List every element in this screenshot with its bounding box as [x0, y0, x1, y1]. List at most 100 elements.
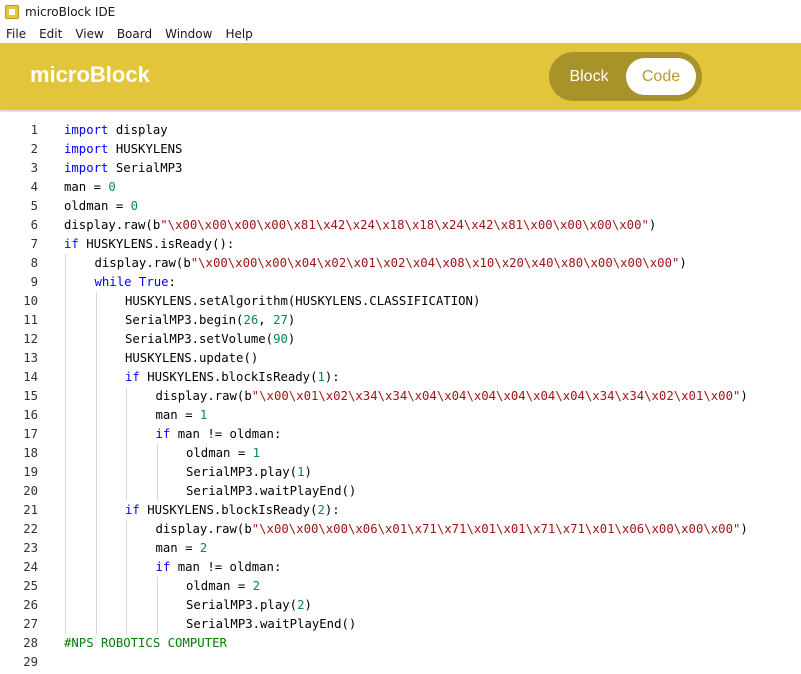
- code-token: "\x00\x00\x00\x00\x81\x42\x24\x18\x18\x2…: [160, 218, 649, 232]
- code-token: ): [740, 522, 748, 536]
- code-line[interactable]: 22 display.raw(b"\x00\x00\x00\x06\x01\x71…: [0, 520, 801, 539]
- code-line[interactable]: 8 display.raw(b"\x00\x00\x00\x04\x02\x01\…: [0, 254, 801, 273]
- code-line[interactable]: 23 man = 2: [0, 539, 801, 558]
- line-number: 22: [23, 522, 38, 536]
- code-line[interactable]: 15 display.raw(b"\x00\x01\x02\x34\x34\x04…: [0, 387, 801, 406]
- code-line[interactable]: 10 HUSKYLENS.setAlgorithm(HUSKYLENS.CLASS…: [0, 292, 801, 311]
- code-token: 26: [243, 313, 259, 327]
- code-token: SerialMP3: [108, 161, 183, 175]
- indent-guide: [156, 444, 158, 501]
- code-line[interactable]: 18 oldman = 1: [0, 444, 801, 463]
- code-token: oldman =: [186, 579, 253, 593]
- code-line[interactable]: 13 HUSKYLENS.update(): [0, 349, 801, 368]
- line-number: 28: [23, 636, 38, 650]
- code-line[interactable]: 5 oldman = 0: [0, 197, 801, 216]
- code-token: display.raw(b: [64, 218, 161, 232]
- code-token: HUSKYLENS.blockIsReady(: [139, 370, 318, 384]
- code-text: import display: [64, 121, 168, 140]
- code-line[interactable]: 28 #NPS ROBOTICS COMPUTER: [0, 634, 801, 653]
- code-line[interactable]: 19 SerialMP3.play(1): [0, 463, 801, 482]
- menu-help[interactable]: Help: [219, 27, 259, 41]
- code-token: ): [287, 313, 296, 327]
- line-number: 6: [30, 218, 38, 232]
- code-token: oldman =: [186, 446, 253, 460]
- indent-guide: [126, 520, 127, 634]
- code-token: oldman =: [64, 199, 131, 213]
- code-line[interactable]: 6 display.raw(b"\x00\x00\x00\x00\x81\x42\…: [0, 216, 801, 235]
- code-line[interactable]: 14 if HUSKYLENS.blockIsReady(1):: [0, 368, 801, 387]
- code-token: 0: [130, 199, 139, 213]
- code-token: SerialMP3.begin(: [125, 313, 244, 327]
- code-line[interactable]: 12 SerialMP3.setVolume(90): [0, 330, 801, 349]
- code-token: if: [155, 560, 171, 574]
- brand-logo: microBlock: [30, 62, 150, 87]
- code-token: import: [64, 161, 109, 175]
- code-line[interactable]: 1 import display: [0, 121, 801, 140]
- code-line[interactable]: 7 if HUSKYLENS.isReady():: [0, 235, 801, 254]
- code-token: if: [125, 503, 140, 517]
- code-token: "\x00\x01\x02\x34\x34\x04\x04\x04\x04\x0…: [251, 389, 741, 403]
- menu-view[interactable]: View: [69, 27, 110, 41]
- code-line[interactable]: 21 if HUSKYLENS.blockIsReady(2):: [0, 501, 801, 520]
- code-text: import SerialMP3: [64, 159, 182, 178]
- line-number: 7: [30, 237, 38, 251]
- code-token: HUSKYLENS.setAlgorithm(HUSKYLENS.CLASSIF…: [125, 294, 481, 308]
- code-line[interactable]: 16 man = 1: [0, 406, 801, 425]
- code-line[interactable]: 26 SerialMP3.play(2): [0, 596, 801, 615]
- code-line[interactable]: 20 SerialMP3.waitPlayEnd(): [0, 482, 801, 501]
- code-token: "\x00\x00\x00\x06\x01\x71\x71\x01\x01\x7…: [251, 522, 741, 536]
- code-text: HUSKYLENS.setAlgorithm(HUSKYLENS.CLASSIF…: [125, 292, 480, 311]
- mode-toggle[interactable]: Block Code: [549, 52, 702, 101]
- code-text: display.raw(b"\x00\x01\x02\x34\x34\x04\x…: [156, 387, 748, 406]
- code-token: HUSKYLENS: [108, 142, 183, 156]
- line-number: 29: [23, 655, 38, 669]
- code-text: oldman = 2: [186, 577, 260, 596]
- code-token: ,: [258, 313, 274, 327]
- code-token: display.raw(b: [155, 522, 252, 536]
- line-number: 3: [30, 161, 38, 175]
- code-token: 90: [273, 332, 288, 346]
- code-line[interactable]: 11 SerialMP3.begin(26, 27): [0, 311, 801, 330]
- line-number: 2: [30, 142, 38, 156]
- code-line[interactable]: 9 while True:: [0, 273, 801, 292]
- menu-window[interactable]: Window: [159, 27, 219, 41]
- code-token: ): [648, 218, 657, 232]
- code-line[interactable]: 3 import SerialMP3: [0, 159, 801, 178]
- code-line[interactable]: 29: [0, 653, 801, 672]
- code-token: #NPS ROBOTICS COMPUTER: [64, 636, 227, 650]
- menu-file[interactable]: File: [0, 27, 33, 41]
- line-number: 17: [23, 427, 38, 441]
- menu-edit[interactable]: Edit: [33, 27, 69, 41]
- code-line[interactable]: 2 import HUSKYLENS: [0, 140, 801, 159]
- line-number: 5: [30, 199, 38, 213]
- code-line[interactable]: 25 oldman = 2: [0, 577, 801, 596]
- code-text: SerialMP3.waitPlayEnd(): [186, 482, 356, 501]
- line-number: 16: [23, 408, 38, 422]
- code-token: HUSKYLENS.isReady():: [78, 237, 235, 251]
- code-text: SerialMP3.waitPlayEnd(): [186, 615, 356, 634]
- code-line[interactable]: 24 if man != oldman:: [0, 558, 801, 577]
- code-text: man = 0: [64, 178, 116, 197]
- code-token: while True: [94, 275, 169, 289]
- code-token: if: [125, 370, 140, 384]
- line-number: 10: [23, 294, 38, 308]
- code-token: man =: [155, 541, 200, 555]
- code-text: SerialMP3.begin(26, 27): [125, 311, 295, 330]
- menu-board[interactable]: Board: [111, 27, 159, 41]
- code-editor[interactable]: 1 import display 2 import HUSKYLENS 3 import …: [0, 112, 801, 674]
- code-text: SerialMP3.play(1): [186, 463, 312, 482]
- code-mode-button[interactable]: Code: [626, 58, 696, 95]
- line-number: 1: [30, 123, 38, 137]
- code-line[interactable]: 17 if man != oldman:: [0, 425, 801, 444]
- block-mode-button[interactable]: Block: [549, 52, 629, 101]
- code-token: ): [304, 598, 312, 612]
- code-token: SerialMP3.play(: [186, 598, 298, 612]
- code-token: ):: [324, 370, 340, 384]
- code-token: SerialMP3.play(: [186, 465, 298, 479]
- code-line[interactable]: 4 man = 0: [0, 178, 801, 197]
- indent-guide: [95, 292, 97, 634]
- line-number: 8: [30, 256, 38, 270]
- code-token: SerialMP3.waitPlayEnd(): [186, 617, 357, 631]
- line-number: 19: [23, 465, 38, 479]
- code-line[interactable]: 27 SerialMP3.waitPlayEnd(): [0, 615, 801, 634]
